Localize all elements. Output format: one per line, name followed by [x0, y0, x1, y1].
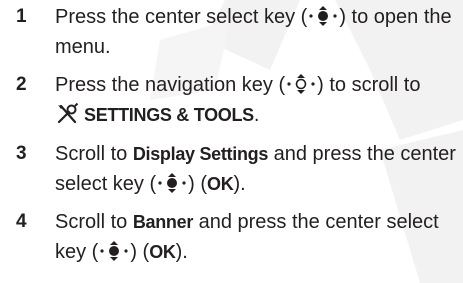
- step-text: Scroll to Display Settings and press the…: [55, 139, 460, 199]
- step-text-part: Press the center select key (: [55, 6, 308, 28]
- menu-item-label: Banner: [132, 212, 194, 232]
- step-text-part: .: [253, 104, 260, 126]
- step-text-part: ) to scroll to: [317, 74, 421, 96]
- step-number: 2: [16, 74, 27, 95]
- softkey-label: OK: [207, 174, 234, 194]
- step-text-part: ) (: [188, 173, 208, 195]
- center-select-key-icon: [309, 6, 337, 26]
- menu-item-label: Display Settings: [132, 144, 269, 164]
- menu-label: SETTINGS & TOOLS: [84, 105, 254, 125]
- step-text: Scroll to Banner and press the center se…: [55, 207, 460, 267]
- step-text-part: Scroll to: [55, 143, 133, 165]
- center-select-key-icon: [100, 241, 128, 261]
- step-text: Press the center select key ( ) to open …: [55, 2, 460, 62]
- step-text: Press the navigation key ( ) to scroll t…: [55, 70, 460, 130]
- navigation-key-icon: [287, 74, 315, 94]
- step-text-part: ).: [175, 241, 188, 263]
- step-number: 3: [16, 143, 27, 164]
- step-text-part: Press the navigation key (: [55, 74, 286, 96]
- step-number: 4: [16, 211, 27, 232]
- softkey-label: OK: [149, 242, 176, 262]
- step-text-part: ).: [233, 173, 246, 195]
- center-select-key-icon: [158, 173, 186, 193]
- step-text-part: Scroll to: [55, 211, 133, 233]
- settings-tools-icon: [57, 103, 79, 124]
- step-text-part: ) (: [130, 241, 150, 263]
- step-number: 1: [16, 6, 27, 27]
